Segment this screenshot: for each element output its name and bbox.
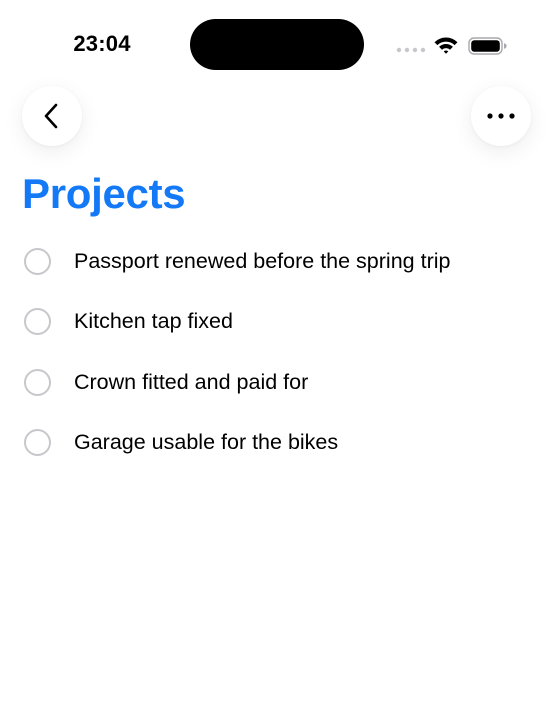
task-checkbox[interactable] <box>24 308 51 336</box>
task-label: Kitchen tap fixed <box>74 309 233 334</box>
wifi-icon <box>434 37 458 54</box>
ellipsis-icon <box>487 113 515 119</box>
status-time: 23:04 <box>73 31 131 56</box>
more-options-button[interactable] <box>471 86 531 146</box>
task-item[interactable]: Crown fitted and paid for <box>0 352 554 413</box>
task-label: Crown fitted and paid for <box>74 369 309 394</box>
task-label: Garage usable for the bikes <box>74 430 339 455</box>
status-bar: 23:04 <box>0 0 554 90</box>
task-list: Passport renewed before the spring trip K… <box>0 231 554 473</box>
task-item[interactable]: Garage usable for the bikes <box>0 413 554 474</box>
cellular-signal-icon <box>396 47 426 53</box>
task-item[interactable]: Passport renewed before the spring trip <box>0 231 554 292</box>
task-label: Passport renewed before the spring trip <box>74 248 451 273</box>
task-checkbox[interactable] <box>24 429 51 457</box>
battery-icon <box>468 37 507 55</box>
chevron-left-icon <box>44 103 58 129</box>
task-checkbox[interactable] <box>24 247 51 275</box>
task-checkbox[interactable] <box>24 368 51 396</box>
back-button[interactable] <box>22 86 82 146</box>
page-title: Projects <box>22 170 186 217</box>
dynamic-island <box>190 19 364 70</box>
task-item[interactable]: Kitchen tap fixed <box>0 292 554 353</box>
